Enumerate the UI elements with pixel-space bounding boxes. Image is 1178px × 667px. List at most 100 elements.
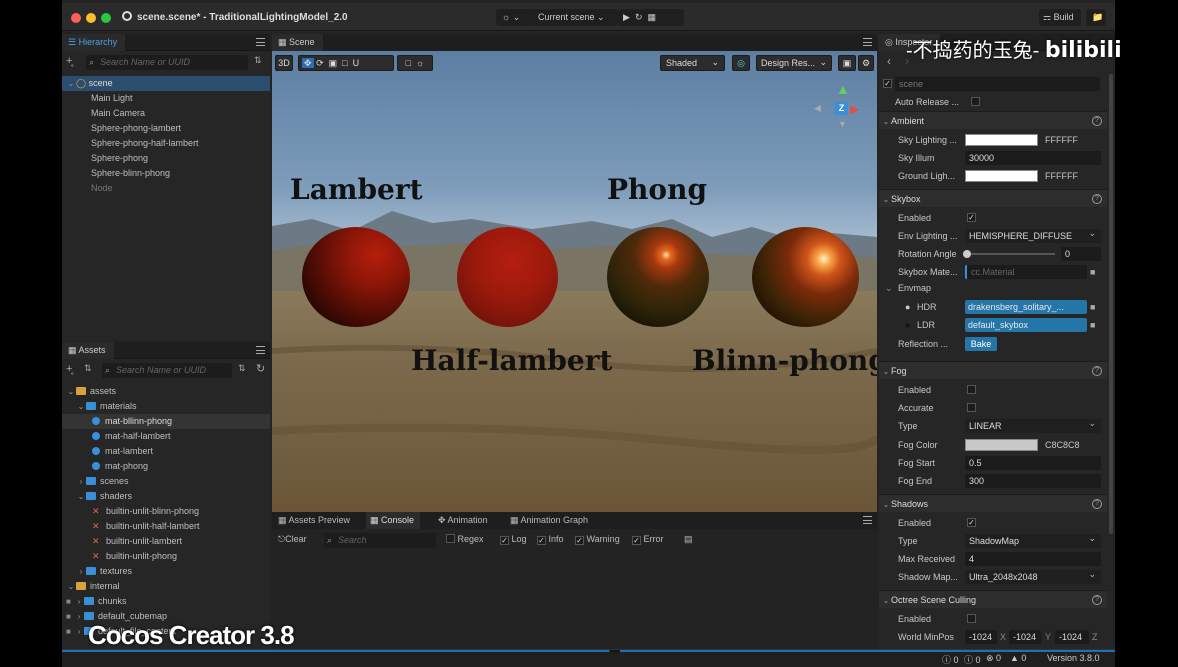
magnet-icon[interactable]: U xyxy=(353,58,360,68)
shadow-map-select[interactable]: Ultra_2048x2048 xyxy=(965,567,1101,584)
ground-lighting-hex[interactable]: FFFFFF xyxy=(1045,167,1078,185)
list-item[interactable]: › textures xyxy=(62,564,270,579)
add-node-icon[interactable]: +̥ xyxy=(66,55,72,67)
fog-start-input[interactable]: 0.5 xyxy=(965,456,1101,470)
rotation-input[interactable]: 0 xyxy=(1061,247,1101,261)
list-item[interactable]: mat-bllinn-phong xyxy=(62,414,270,429)
move-icon[interactable]: ✥ xyxy=(302,58,314,68)
section-shadows[interactable]: ⌄ Shadows? xyxy=(879,494,1107,512)
tree-node[interactable]: Main Light xyxy=(62,91,270,106)
help-icon[interactable]: ? xyxy=(1092,116,1102,126)
env-lighting-select[interactable]: HEMISPHERE_DIFFUSE xyxy=(965,226,1101,243)
error-toggle[interactable]: ✓ Error xyxy=(632,534,664,545)
node-name-input[interactable]: scene xyxy=(895,77,1100,91)
auto-release-checkbox[interactable] xyxy=(971,97,980,106)
tree-node[interactable]: Sphere-phong-half-lambert xyxy=(62,136,270,151)
tab-assets[interactable]: ▦ Assets xyxy=(62,342,114,359)
chevron-down-icon[interactable]: ⌄ xyxy=(66,76,76,91)
hierarchy-search-input[interactable]: Search Name or UUID xyxy=(86,55,248,70)
list-item[interactable]: ✕ builtin-unlit-half-lambert xyxy=(62,519,270,534)
tab-assets-preview[interactable]: ▦ Assets Preview xyxy=(278,512,350,529)
chevron-right-icon[interactable]: › xyxy=(76,564,86,579)
add-asset-icon[interactable]: +̥ xyxy=(66,363,72,375)
inspector-scrollbar[interactable] xyxy=(1109,74,1113,534)
close-window-button[interactable] xyxy=(71,13,81,23)
skybox-material-input[interactable]: cc.Material xyxy=(965,265,1087,279)
sphere-blinn-phong[interactable] xyxy=(752,227,859,327)
sky-lighting-color[interactable] xyxy=(965,134,1038,146)
tab-scene[interactable]: ▦ Scene xyxy=(272,34,323,51)
chevron-down-icon[interactable]: ⌄ xyxy=(881,363,891,381)
fog-enabled-checkbox[interactable] xyxy=(967,385,976,394)
chevron-down-icon[interactable]: ⌄ xyxy=(76,489,86,504)
regex-toggle[interactable]: Regex xyxy=(446,534,484,544)
sky-illum-input[interactable]: 30000 xyxy=(965,151,1101,165)
tree-root-scene[interactable]: ⌄ ◯ scene xyxy=(62,76,270,91)
tab-animation-graph[interactable]: ▦ Animation Graph xyxy=(510,512,588,529)
info-count[interactable]: ⓘ 0 xyxy=(942,653,959,666)
node-active-checkbox[interactable]: ✓ xyxy=(883,79,892,88)
fog-color-hex[interactable]: C8C8C8 xyxy=(1045,436,1080,454)
sphere-half-lambert[interactable] xyxy=(457,227,558,327)
warning-toggle[interactable]: ✓ Warning xyxy=(575,534,620,545)
gizmo-neg-x[interactable]: ◀ xyxy=(814,103,821,114)
list-item[interactable]: mat-phong xyxy=(62,459,270,474)
chevron-right-icon[interactable]: › xyxy=(74,594,84,609)
ldr-input[interactable]: default_skybox xyxy=(965,318,1087,332)
copy-icon[interactable]: ▤ xyxy=(684,534,693,545)
minpos-x-input[interactable]: -1024 xyxy=(965,630,997,644)
pivot-tools[interactable]: □ ☼ xyxy=(397,55,433,71)
help-icon[interactable]: ? xyxy=(1092,194,1102,204)
sort-icon[interactable]: ⇅ xyxy=(84,363,92,374)
section-fog[interactable]: ⌄ Fog? xyxy=(879,361,1107,379)
tree-node[interactable]: Main Camera xyxy=(62,106,270,121)
current-scene-dropdown[interactable]: Current scene ⌄ xyxy=(532,9,618,26)
fog-accurate-checkbox[interactable] xyxy=(967,403,976,412)
section-skybox[interactable]: ⌄ Skybox? xyxy=(879,189,1107,207)
shadows-type-select[interactable]: ShadowMap xyxy=(965,531,1101,548)
lock-icon[interactable]: ■ xyxy=(1090,316,1095,334)
section-ambient[interactable]: ⌄ Ambient? xyxy=(879,111,1107,129)
chevron-down-icon[interactable]: ⌄ xyxy=(881,496,891,514)
tab-hierarchy[interactable]: ☰ Hierarchy xyxy=(62,34,126,51)
chevron-right-icon[interactable]: › xyxy=(74,624,84,639)
section-octree[interactable]: ⌄ Octree Scene Culling? xyxy=(879,590,1107,608)
scene-viewport[interactable]: 3D ✥ ⟳ ▣ □ U □ ☼ Shaded ⌄ ◎ Design Res...… xyxy=(272,51,877,512)
chevron-right-icon[interactable]: › xyxy=(74,609,84,624)
ground-lighting-color[interactable] xyxy=(965,170,1038,182)
info-toggle[interactable]: ✓ Info xyxy=(537,534,564,545)
camera-icon[interactable]: ▣ xyxy=(838,55,856,71)
chevron-down-icon[interactable]: ⌄ xyxy=(881,113,891,131)
filter-icon[interactable]: ⇅ xyxy=(238,363,246,374)
tree-node[interactable]: Sphere-phong xyxy=(62,151,270,166)
fog-color-swatch[interactable] xyxy=(965,439,1038,451)
list-item[interactable]: ⌄ assets xyxy=(62,384,270,399)
mode-3d-button[interactable]: 3D xyxy=(275,55,293,71)
help-icon[interactable]: ? xyxy=(1092,595,1102,605)
list-item[interactable]: mat-lambert xyxy=(62,444,270,459)
error-count[interactable]: ⊗ 0 xyxy=(986,653,1001,664)
chevron-down-icon[interactable]: ⌄ xyxy=(881,592,891,610)
hdr-input[interactable]: drakensberg_solitary_... xyxy=(965,300,1087,314)
sort-icon[interactable]: ⇅ xyxy=(254,55,262,66)
gizmo-x-arrow[interactable]: ▶ xyxy=(850,102,859,116)
panel-menu-icon[interactable] xyxy=(863,516,872,524)
gizmo-selector[interactable]: ☼ ⌄ xyxy=(496,9,534,26)
list-item[interactable]: ✕ builtin-unlit-phong xyxy=(62,549,270,564)
console-search-input[interactable]: Search xyxy=(324,533,436,548)
bake-button[interactable]: Bake xyxy=(965,337,997,351)
help-icon[interactable]: ? xyxy=(1092,366,1102,376)
tab-animation[interactable]: ✥ Animation xyxy=(438,512,488,529)
play-controls[interactable]: ▶ ↻ ▦ xyxy=(618,9,684,26)
octree-enabled-checkbox[interactable] xyxy=(967,614,976,623)
refresh-icon[interactable]: ↻ xyxy=(256,362,265,375)
list-item[interactable]: ✕ builtin-unlit-lambert xyxy=(62,534,270,549)
resolution-dropdown[interactable]: Design Res... ⌄ xyxy=(756,55,832,71)
axis-gizmo[interactable]: ▲ ▶ ◀ Z ▼ xyxy=(812,81,870,139)
panel-menu-icon[interactable] xyxy=(256,346,265,354)
max-received-input[interactable]: 4 xyxy=(965,552,1101,566)
lock-icon[interactable]: ■ xyxy=(1090,298,1095,316)
play-icon[interactable]: ▶ xyxy=(623,12,630,22)
shading-dropdown[interactable]: Shaded ⌄ xyxy=(660,55,725,71)
radio-off-icon[interactable]: ● xyxy=(905,316,910,334)
